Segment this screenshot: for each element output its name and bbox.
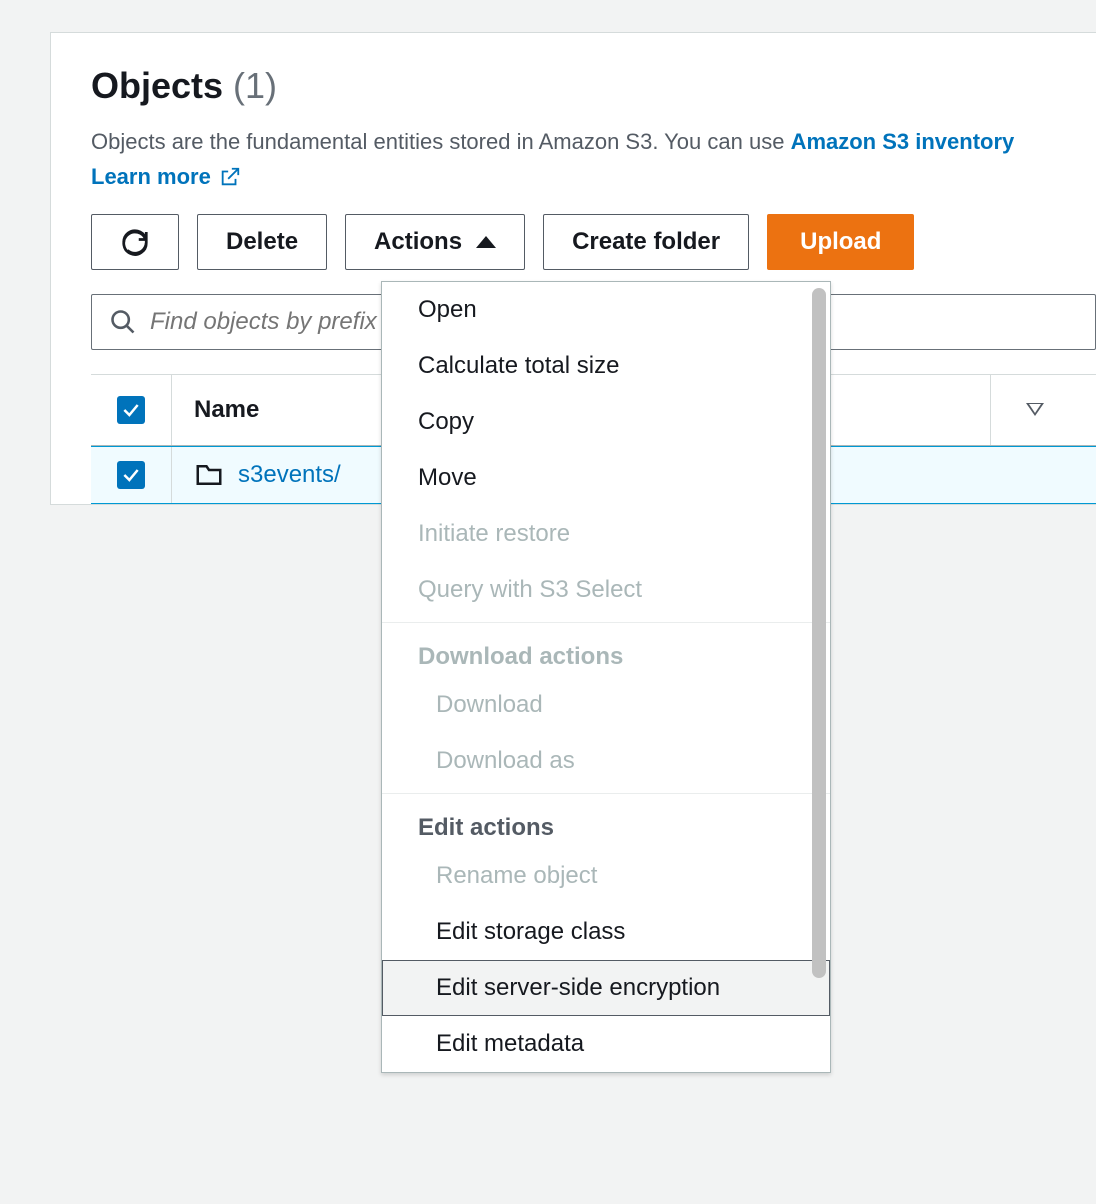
select-all-checkbox[interactable] bbox=[117, 396, 145, 424]
actions-button-label: Actions bbox=[374, 228, 462, 256]
menu-move[interactable]: Move bbox=[382, 450, 830, 506]
menu-open[interactable]: Open bbox=[382, 282, 830, 338]
panel-title: Objects bbox=[91, 65, 223, 107]
upload-button[interactable]: Upload bbox=[767, 214, 914, 270]
sort-caret-icon bbox=[1026, 404, 1044, 417]
menu-download-as: Download as bbox=[382, 733, 830, 789]
menu-edit-server-side-encryption[interactable]: Edit server-side encryption bbox=[382, 960, 830, 1016]
description-text: Objects are the fundamental entities sto… bbox=[91, 129, 791, 154]
menu-edit-section: Edit actions Rename object Edit storage … bbox=[382, 793, 830, 1072]
object-count: (1) bbox=[233, 65, 277, 107]
row-select-cell[interactable] bbox=[91, 461, 171, 489]
select-all-cell[interactable] bbox=[91, 396, 171, 424]
search-icon bbox=[109, 308, 137, 336]
actions-dropdown: Open Calculate total size Copy Move Init… bbox=[381, 281, 831, 1073]
panel-description: Objects are the fundamental entities sto… bbox=[91, 125, 1096, 158]
menu-edit-storage-class[interactable]: Edit storage class bbox=[382, 904, 830, 960]
check-icon bbox=[121, 465, 141, 485]
menu-download-section: Download actions Download Download as bbox=[382, 622, 830, 789]
create-folder-button[interactable]: Create folder bbox=[543, 214, 749, 270]
dropdown-scrollbar[interactable] bbox=[812, 288, 826, 978]
menu-section-download-header: Download actions bbox=[382, 633, 830, 677]
external-link-icon bbox=[219, 166, 241, 188]
menu-copy[interactable]: Copy bbox=[382, 394, 830, 450]
object-link[interactable]: s3events/ bbox=[238, 461, 341, 489]
menu-section-edit-header: Edit actions bbox=[382, 804, 830, 848]
inventory-link[interactable]: Amazon S3 inventory bbox=[791, 129, 1015, 154]
actions-button[interactable]: Actions bbox=[345, 214, 525, 270]
toolbar: Delete Actions Create folder Upload bbox=[91, 214, 1096, 270]
refresh-icon bbox=[120, 227, 150, 257]
menu-initiate-restore: Initiate restore bbox=[382, 506, 830, 562]
menu-calculate-total-size[interactable]: Calculate total size bbox=[382, 338, 830, 394]
learn-more-link[interactable]: Learn more bbox=[91, 164, 211, 190]
panel-title-row: Objects (1) bbox=[91, 65, 1096, 107]
column-sort-indicator[interactable] bbox=[990, 375, 1078, 445]
menu-download: Download bbox=[382, 677, 830, 733]
menu-rename-object: Rename object bbox=[382, 848, 830, 904]
check-icon bbox=[121, 400, 141, 420]
menu-edit-metadata[interactable]: Edit metadata bbox=[382, 1016, 830, 1072]
caret-up-icon bbox=[476, 236, 496, 248]
menu-query-s3-select: Query with S3 Select bbox=[382, 562, 830, 618]
delete-button[interactable]: Delete bbox=[197, 214, 327, 270]
folder-icon bbox=[194, 460, 224, 490]
row-checkbox[interactable] bbox=[117, 461, 145, 489]
refresh-button[interactable] bbox=[91, 214, 179, 270]
